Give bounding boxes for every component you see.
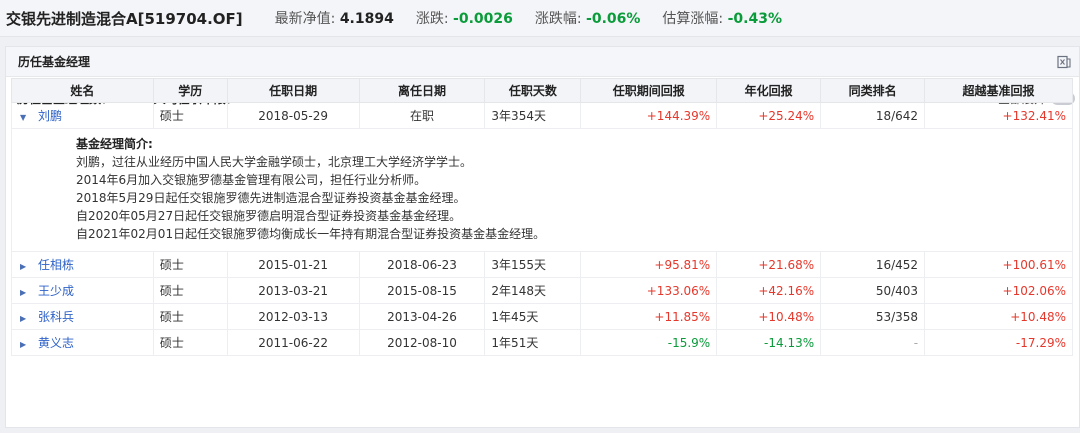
table-row[interactable]: ▶ 任相栋 硕士 2015-01-21 2018-06-23 3年155天 +95… — [11, 251, 1073, 278]
caret-right-icon[interactable]: ▶ — [20, 340, 32, 349]
peer-rank-cell: 53/358 — [820, 303, 926, 330]
table-row[interactable]: ▶ 黄义志 硕士 2011-06-22 2012-08-10 1年51天 -15.… — [11, 329, 1073, 356]
nav-label: 最新净值: — [274, 11, 340, 27]
excess-return-cell: +132.41% — [924, 102, 1073, 129]
start-date-cell: 2018-05-29 — [226, 102, 360, 129]
fund-header: 交银先进制造混合A[519704.OF] 最新净值: 4.1894 涨跌: -0… — [0, 0, 1080, 37]
change-stat: 涨跌: -0.0026 — [416, 8, 513, 28]
end-date-cell: 在职 — [358, 102, 486, 129]
change-value: -0.0026 — [453, 11, 513, 27]
table-header-row: 姓名 学历 任职日期 离任日期 任职天数 任职期间回报 年化回报 同类排名 超越… — [11, 78, 1073, 103]
education-cell: 硕士 — [152, 303, 228, 330]
col-header-start-date[interactable]: 任职日期 — [226, 78, 360, 103]
end-date-cell: 2018-06-23 — [358, 251, 486, 278]
estimate-label: 估算涨幅: — [662, 11, 728, 27]
tenure-days-cell: 3年354天 — [484, 102, 582, 129]
table-row[interactable]: ▼ 刘鹏 硕士 2018-05-29 在职 3年354天 +144.39% +25… — [11, 102, 1073, 129]
estimate-value: -0.43% — [727, 11, 782, 27]
manager-name-link[interactable]: 黄义志 — [38, 336, 74, 350]
tenure-days-cell: 1年51天 — [484, 329, 582, 356]
manager-name-link[interactable]: 张科兵 — [38, 310, 74, 324]
manager-bio: 基金经理简介: 刘鹏，过往从业经历中国人民大学金融学硕士，北京理工大学经济学学士… — [11, 128, 1073, 252]
end-date-cell: 2015-08-15 — [358, 277, 486, 304]
tenure-days-cell: 1年45天 — [484, 303, 582, 330]
start-date-cell: 2012-03-13 — [226, 303, 360, 330]
change-pct-stat: 涨跌幅: -0.06% — [535, 8, 641, 28]
tenure-days-cell: 2年148天 — [484, 277, 582, 304]
fund-name: 交银先进制造混合A[519704.OF] — [6, 9, 243, 28]
annual-return-cell: +21.68% — [716, 251, 822, 278]
annual-return-cell: -14.13% — [716, 329, 822, 356]
col-header-annual-return[interactable]: 年化回报 — [716, 78, 822, 103]
table-row[interactable]: ▶ 王少成 硕士 2013-03-21 2015-08-15 2年148天 +13… — [11, 277, 1073, 304]
bio-line: 2014年6月加入交银施罗德基金管理有限公司，担任行业分析师。 — [76, 173, 427, 187]
education-cell: 硕士 — [152, 102, 228, 129]
nav-value: 4.1894 — [339, 11, 394, 27]
caret-right-icon[interactable]: ▶ — [20, 288, 32, 297]
nav-stat: 最新净值: 4.1894 — [275, 8, 394, 28]
manager-name-link[interactable]: 任相栋 — [38, 258, 74, 272]
caret-right-icon[interactable]: ▶ — [20, 314, 32, 323]
tenure-return-cell: +133.06% — [580, 277, 718, 304]
peer-rank-cell: - — [820, 329, 926, 356]
excess-return-cell: +100.61% — [924, 251, 1073, 278]
tenure-return-cell: -15.9% — [580, 329, 718, 356]
col-header-end-date[interactable]: 离任日期 — [358, 78, 486, 103]
excess-return-cell: +102.06% — [924, 277, 1073, 304]
caret-down-icon[interactable]: ▼ — [20, 113, 32, 122]
change-pct-label: 涨跌幅: — [534, 11, 587, 27]
manager-table: 姓名 学历 任职日期 离任日期 任职天数 任职期间回报 年化回报 同类排名 超越… — [11, 78, 1073, 356]
panel-header: 历任基金经理 — [6, 47, 1079, 77]
manager-name-link[interactable]: 刘鹏 — [38, 109, 62, 123]
estimate-stat: 估算涨幅: -0.43% — [662, 8, 782, 28]
start-date-cell: 2015-01-21 — [226, 251, 360, 278]
table-row[interactable]: ▶ 张科兵 硕士 2012-03-13 2013-04-26 1年45天 +11.… — [11, 303, 1073, 330]
panel-title: 历任基金经理 — [18, 55, 91, 69]
export-excel-icon[interactable] — [1057, 55, 1071, 69]
col-header-name[interactable]: 姓名 — [11, 78, 154, 103]
bio-line: 自2021年02月01日起任交银施罗德均衡成长一年持有期混合型证券投资基金基金经… — [76, 227, 546, 241]
education-cell: 硕士 — [152, 251, 228, 278]
annual-return-cell: +42.16% — [716, 277, 822, 304]
bio-title: 基金经理简介: — [76, 137, 153, 151]
annual-return-cell: +25.24% — [716, 102, 822, 129]
tenure-return-cell: +95.81% — [580, 251, 718, 278]
col-header-tenure-return[interactable]: 任职期间回报 — [580, 78, 718, 103]
col-header-peer-rank[interactable]: 同类排名 — [820, 78, 926, 103]
peer-rank-cell: 16/452 — [820, 251, 926, 278]
col-header-education[interactable]: 学历 — [152, 78, 228, 103]
education-cell: 硕士 — [152, 277, 228, 304]
tenure-return-cell: +11.85% — [580, 303, 718, 330]
bio-line: 2018年5月29日起任交银施罗德先进制造混合型证券投资基金基金经理。 — [76, 191, 466, 205]
caret-right-icon[interactable]: ▶ — [20, 262, 32, 271]
excess-return-cell: -17.29% — [924, 329, 1073, 356]
peer-rank-cell: 18/642 — [820, 102, 926, 129]
bio-line: 刘鹏，过往从业经历中国人民大学金融学硕士，北京理工大学经济学学士。 — [76, 155, 473, 169]
manager-name-link[interactable]: 王少成 — [38, 284, 74, 298]
end-date-cell: 2012-08-10 — [358, 329, 486, 356]
manager-bio-row: 基金经理简介: 刘鹏，过往从业经历中国人民大学金融学硕士，北京理工大学经济学学士… — [11, 128, 1073, 252]
change-label: 涨跌: — [415, 11, 454, 27]
start-date-cell: 2013-03-21 — [226, 277, 360, 304]
tenure-return-cell: +144.39% — [580, 102, 718, 129]
tenure-days-cell: 3年155天 — [484, 251, 582, 278]
col-header-excess-return[interactable]: 超越基准回报 — [924, 78, 1073, 103]
peer-rank-cell: 50/403 — [820, 277, 926, 304]
change-pct-value: -0.06% — [586, 11, 641, 27]
col-header-tenure-days[interactable]: 任职天数 — [484, 78, 582, 103]
education-cell: 硕士 — [152, 329, 228, 356]
excess-return-cell: +10.48% — [924, 303, 1073, 330]
annual-return-cell: +10.48% — [716, 303, 822, 330]
bio-line: 自2020年05月27日起任交银施罗德启明混合型证券投资基金基金经理。 — [76, 209, 462, 223]
end-date-cell: 2013-04-26 — [358, 303, 486, 330]
start-date-cell: 2011-06-22 — [226, 329, 360, 356]
